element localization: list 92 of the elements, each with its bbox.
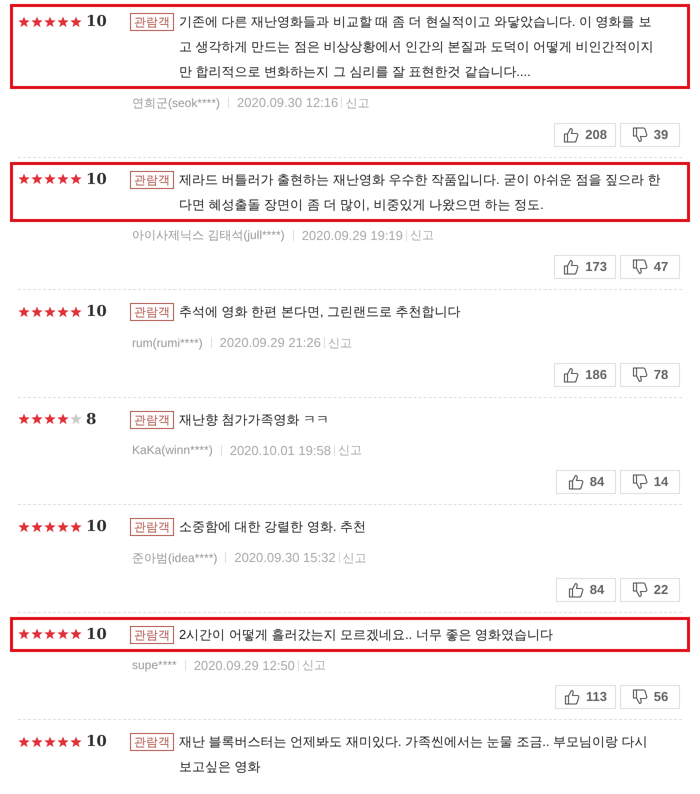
rating-score: 10 — [86, 11, 107, 32]
star-icon — [44, 628, 56, 640]
author-name: supe**** — [132, 657, 177, 674]
author-name: 준아범(idea****) — [132, 550, 218, 567]
star-icon — [31, 520, 43, 532]
review-date: 2020.09.30 15:32 — [234, 549, 336, 567]
like-button[interactable]: 186 — [554, 362, 616, 386]
author-name: KaKa(winn****) — [132, 442, 213, 460]
dislike-button[interactable]: 47 — [620, 255, 680, 279]
star-icon — [70, 736, 82, 748]
dislike-button[interactable]: 78 — [620, 362, 680, 386]
star-icon — [31, 628, 43, 640]
thumbs-up-icon — [568, 474, 584, 490]
dislike-button[interactable]: 22 — [620, 578, 680, 602]
review-text: 재난향 첨가가족영화 ㅋㅋ — [179, 410, 330, 428]
audience-badge: 관람객 — [130, 410, 174, 428]
star-icon — [70, 16, 82, 28]
rating-score: 10 — [86, 168, 107, 190]
rating-score: 10 — [86, 516, 107, 538]
star-icon — [18, 520, 30, 532]
star-icon — [44, 16, 56, 28]
review-date: 2020.09.30 12:16 — [237, 94, 338, 112]
like-button[interactable]: 208 — [554, 122, 616, 146]
review-text: 재난 블록버스터는 언제봐도 재미있다. 가족씬에서는 눈물 조금.. 부모님이랑 다시 보고싶은 영화 — [179, 733, 649, 776]
star-icon — [31, 736, 43, 748]
like-button[interactable]: 84 — [556, 578, 616, 602]
thumbs-down-icon — [632, 259, 648, 275]
star-icon — [18, 16, 30, 28]
star-icon — [57, 520, 69, 532]
star-icon — [70, 413, 82, 425]
thumbs-down-icon — [632, 474, 648, 490]
review-text: 추석에 영화 한편 본다면, 그린랜드로 추천합니다 — [179, 303, 462, 321]
star-icon — [44, 413, 56, 425]
star-icon — [31, 413, 43, 425]
dislike-button[interactable]: 14 — [620, 470, 680, 494]
thumbs-up-icon — [564, 689, 580, 705]
thumbs-up-icon — [563, 259, 580, 275]
audience-badge: 관람객 — [130, 733, 174, 751]
like-button[interactable]: 113 — [555, 685, 616, 709]
star-icon — [57, 173, 69, 185]
dislike-button[interactable]: 56 — [620, 685, 680, 709]
author-name: rum(rumi****) — [132, 334, 203, 352]
audience-badge: 관람객 — [130, 303, 174, 321]
like-button[interactable]: 84 — [556, 470, 616, 494]
star-icon — [18, 173, 30, 185]
star-icon — [44, 306, 56, 318]
review-text: 기존에 다른 재난영화들과 비교할 때 좀 더 현실적이고 와닿았습니다. 이 영화를 보고 생각하게 만드는 점은 비상상황에서 인간의 본질과 도덕이 어떻게 비인간적이지만 합리적으로 변화하는지 그 심리를 잘 표현한것 같습니다.... — [179, 13, 655, 81]
thumbs-down-icon — [632, 126, 648, 142]
star-icon — [31, 173, 43, 185]
thumbs-down-icon — [632, 689, 648, 705]
star-icon — [44, 520, 56, 532]
star-icon — [70, 173, 82, 185]
review-text: 소중함에 대한 강렬한 영화. 추천 — [179, 518, 368, 536]
star-icon — [70, 306, 82, 318]
star-icon — [44, 736, 56, 748]
star-icon — [57, 306, 69, 318]
star-icon — [31, 16, 43, 28]
thumbs-up-icon — [568, 582, 584, 598]
author-name: 아이사제닉스 김태석(jull****) — [132, 227, 285, 244]
review-text: 2시간이 어떻게 흘러갔는지 모르겠네요.. 너무 좋은 영화였습니다 — [179, 626, 554, 644]
star-icon — [18, 306, 30, 318]
audience-badge: 관람객 — [130, 170, 174, 188]
star-icon — [70, 520, 82, 532]
audience-badge: 관람객 — [130, 13, 174, 31]
star-icon — [57, 736, 69, 748]
like-button[interactable]: 173 — [554, 255, 616, 279]
star-icon — [57, 628, 69, 640]
thumbs-up-icon — [563, 366, 580, 382]
rating-score: 10 — [86, 301, 107, 322]
review-text: 제라드 버틀러가 출현하는 재난영화 우수한 작품입니다. 굳이 아쉬운 점을 짚으라 한다면 혜성출돌 장면이 좀 더 많이, 비중있게 나왔으면 하는 정도. — [179, 170, 662, 214]
rating-score: 10 — [86, 624, 107, 645]
dislike-button[interactable]: 39 — [620, 122, 680, 146]
star-icon — [44, 173, 56, 185]
star-icon — [18, 413, 30, 425]
star-icon — [18, 736, 30, 748]
author-name: 연희군(seok****) — [132, 94, 220, 112]
thumbs-down-icon — [632, 582, 648, 598]
star-icon — [57, 16, 69, 28]
audience-badge: 관람객 — [130, 626, 174, 644]
review-date: 2020.09.29 12:50 — [194, 656, 295, 674]
rating-score: 10 — [86, 731, 107, 752]
star-icon — [18, 628, 30, 640]
thumbs-up-icon — [563, 126, 580, 142]
rating-score: 8 — [86, 408, 96, 430]
star-icon — [70, 628, 82, 640]
thumbs-down-icon — [632, 366, 648, 382]
review-date: 2020.09.29 21:26 — [220, 334, 321, 352]
audience-badge: 관람객 — [130, 518, 174, 536]
star-icon — [57, 413, 69, 425]
star-icon — [31, 306, 43, 318]
review-date: 2020.09.29 19:19 — [302, 226, 403, 244]
review-date: 2020.10.01 19:58 — [230, 442, 331, 460]
